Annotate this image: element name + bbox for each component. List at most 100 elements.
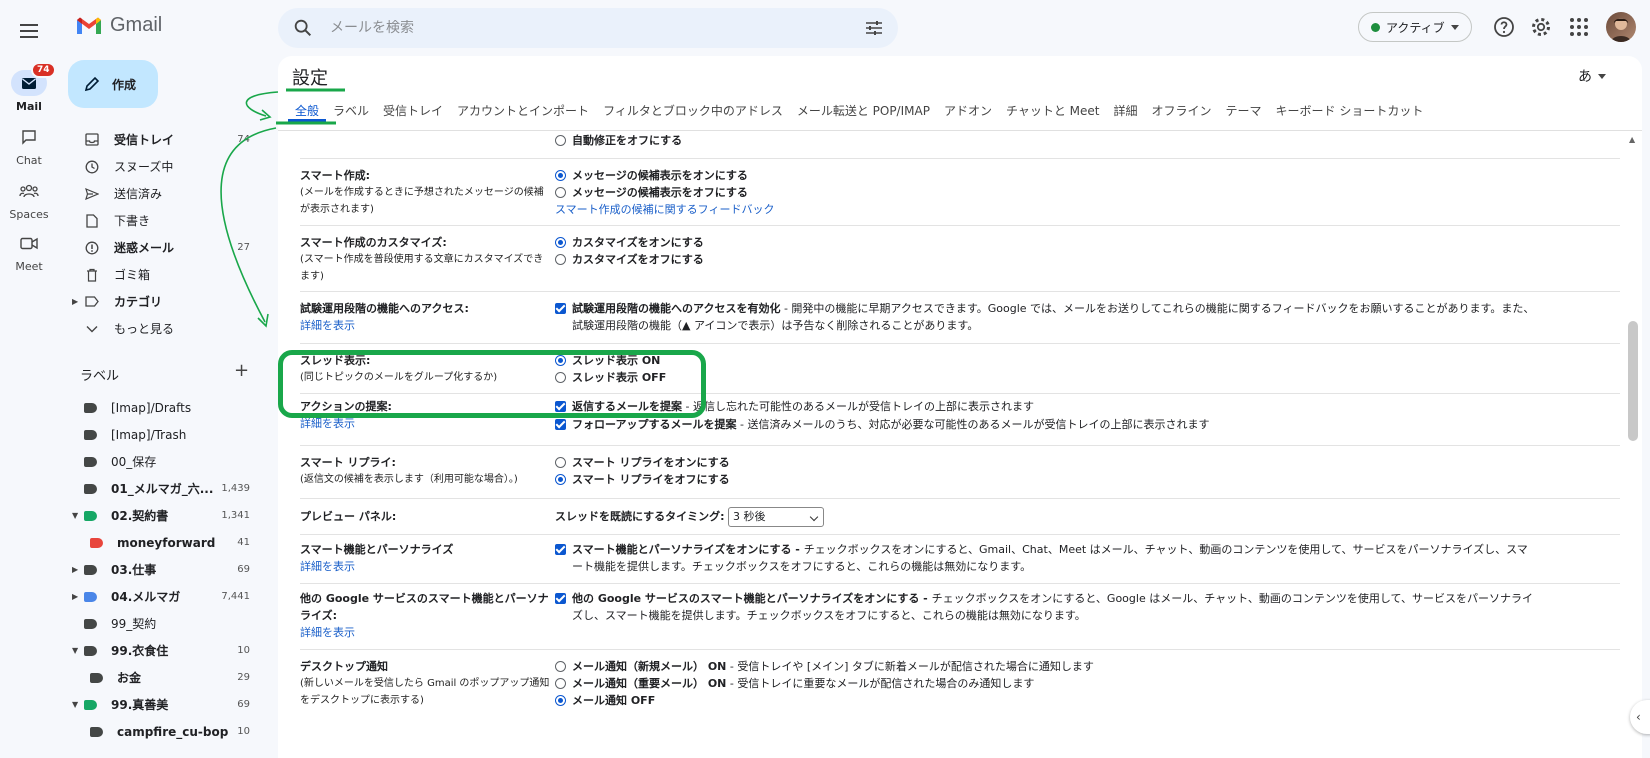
nav-item-snoozed[interactable]: スヌーズ中 xyxy=(58,153,258,180)
inbox-icon xyxy=(84,132,100,148)
label-count: 7,441 xyxy=(221,591,250,602)
smart-compose-feedback-link[interactable]: スマート作成の候補に関するフィードバック xyxy=(555,201,1535,218)
search-icon[interactable] xyxy=(292,17,314,39)
nav-item-sent[interactable]: 送信済み xyxy=(58,180,258,207)
smart-reply-on-radio[interactable]: スマート リプライをオンにする xyxy=(555,454,1535,471)
collapse-arrow-icon[interactable]: ▼ xyxy=(72,646,78,655)
collapse-arrow-icon[interactable]: ▼ xyxy=(72,700,78,709)
label-item[interactable]: ▼ 99.衣食住 10 xyxy=(58,637,258,664)
search-options-icon[interactable] xyxy=(864,18,884,38)
tab-advanced[interactable]: 詳細 xyxy=(1107,100,1145,122)
tab-addons[interactable]: アドオン xyxy=(937,100,999,122)
notify-important-radio[interactable]: メール通知（重要メール） ON - 受信トレイに重要なメールが配信された場合のみ… xyxy=(555,675,1535,692)
pencil-icon xyxy=(84,76,100,92)
notify-off-radio[interactable]: メール通知 OFF xyxy=(555,692,1535,709)
setting-desc: (新しいメールを受信したら Gmail のポップアップ通知をデスクトップに表示す… xyxy=(300,678,550,706)
tab-inbox[interactable]: 受信トレイ xyxy=(376,100,450,122)
compose-button[interactable]: 作成 xyxy=(68,60,158,108)
thread-on-radio[interactable]: スレッド表示 ON xyxy=(555,352,1535,369)
rail-chat[interactable]: Chat xyxy=(0,124,58,167)
label-item[interactable]: 00_保存 xyxy=(58,448,258,475)
radio-off-icon xyxy=(555,372,566,383)
account-avatar[interactable] xyxy=(1606,12,1636,42)
tab-themes[interactable]: テーマ xyxy=(1219,100,1269,122)
settings-tabs: 全般 ラベル 受信トレイ アカウントとインポート フィルタとブロック中のアドレス… xyxy=(288,100,1430,122)
nudge-followup-checkbox[interactable]: フォローアップするメールを提案 - 送信済みメールのうち、対応が必要な可能性のあ… xyxy=(555,416,1535,433)
tab-offline[interactable]: オフライン xyxy=(1145,100,1219,122)
label-item[interactable]: 01_メルマガ_六... 1,439 xyxy=(58,475,258,502)
nav-item-trash[interactable]: ゴミ箱 xyxy=(58,261,258,288)
rail-spaces[interactable]: Spaces xyxy=(0,178,58,221)
settings-content: 自動修正をオフにする スマート作成: (メールを作成するときに予想されたメッセー… xyxy=(278,131,1626,758)
label-item[interactable]: ▼ 02.契約書 1,341 xyxy=(58,502,258,529)
scroll-thumb[interactable] xyxy=(1628,321,1638,441)
customize-off-radio[interactable]: カスタマイズをオフにする xyxy=(555,251,1535,268)
rail-mail[interactable]: 74 Mail xyxy=(0,62,58,113)
label-item[interactable]: ▶ 03.仕事 69 xyxy=(58,556,258,583)
tab-filters[interactable]: フィルタとブロック中のアドレス xyxy=(596,100,790,122)
mark-read-timing-select[interactable]: 3 秒後 xyxy=(728,507,825,527)
autocorrect-off-radio[interactable]: 自動修正をオフにする xyxy=(555,132,1535,149)
nav-item-inbox[interactable]: 受信トレイ 74 xyxy=(58,126,258,153)
tab-labels[interactable]: ラベル xyxy=(326,100,376,122)
expand-arrow-icon[interactable]: ▶ xyxy=(72,297,78,306)
main-menu-button[interactable] xyxy=(14,16,44,46)
rail-label: Meet xyxy=(15,260,43,273)
radio-off-icon xyxy=(555,187,566,198)
smart-compose-on-radio[interactable]: メッセージの候補表示をオンにする xyxy=(555,167,1535,184)
collapse-arrow-icon[interactable]: ▼ xyxy=(72,511,78,520)
nav-item-more[interactable]: もっと見る xyxy=(58,315,258,342)
expand-arrow-icon[interactable]: ▶ xyxy=(72,565,78,574)
search-input[interactable] xyxy=(330,20,830,36)
label-item[interactable]: お金 29 xyxy=(58,664,258,691)
nav-item-spam[interactable]: 迷惑メール 27 xyxy=(58,234,258,261)
learn-more-link[interactable]: 詳細を表示 xyxy=(300,415,550,432)
status-label: アクティブ xyxy=(1386,20,1445,35)
experimental-checkbox[interactable]: 試験運用段階の機能へのアクセスを有効化 - 開発中の機能に早期アクセスできます。… xyxy=(555,300,1535,334)
scrollbar[interactable]: ▲ xyxy=(1628,131,1638,758)
setting-desc: (同じトピックのメールをグループ化するか) xyxy=(300,372,498,383)
status-dropdown[interactable]: アクティブ xyxy=(1358,12,1472,42)
nav-item-categories[interactable]: ▶ カテゴリ xyxy=(58,288,258,315)
settings-gear-icon[interactable] xyxy=(1529,15,1553,39)
input-tools-dropdown[interactable]: あ xyxy=(1578,66,1606,86)
expand-arrow-icon[interactable]: ▶ xyxy=(72,592,78,601)
label-item[interactable]: [Imap]/Trash xyxy=(58,421,258,448)
label-item[interactable]: campfire_cu-bop 10 xyxy=(58,718,258,745)
learn-more-link[interactable]: 詳細を表示 xyxy=(300,558,550,575)
tab-shortcuts[interactable]: キーボード ショートカット xyxy=(1269,100,1431,122)
label-count: 1,341 xyxy=(221,510,250,521)
label-item[interactable]: moneyforward 41 xyxy=(58,529,258,556)
nav-label: 送信済み xyxy=(114,187,163,201)
folder-nav: 受信トレイ 74 スヌーズ中 送信済み 下書き 迷惑メール 27 ゴミ箱 ▶ カ… xyxy=(58,126,258,342)
add-label-icon[interactable]: + xyxy=(234,360,249,381)
smart-features-checkbox[interactable]: スマート機能とパーソナライズをオンにする - チェックボックスをオンにすると、G… xyxy=(555,541,1535,575)
notify-new-radio[interactable]: メール通知（新規メール） ON - 受信トレイや [メイン] タブに新着メールが… xyxy=(555,658,1535,675)
thread-off-radio[interactable]: スレッド表示 OFF xyxy=(555,369,1535,386)
tab-chat-meet[interactable]: チャットと Meet xyxy=(999,100,1107,122)
tab-forwarding[interactable]: メール転送と POP/IMAP xyxy=(790,100,937,122)
label-item[interactable]: ▼ 99.真善美 69 xyxy=(58,691,258,718)
label-name: お金 xyxy=(117,671,142,685)
nav-label: 下書き xyxy=(114,214,151,228)
tab-accounts[interactable]: アカウントとインポート xyxy=(450,100,596,122)
smart-compose-off-radio[interactable]: メッセージの候補表示をオフにする xyxy=(555,184,1535,201)
nav-item-drafts[interactable]: 下書き xyxy=(58,207,258,234)
label-item[interactable]: [Imap]/Drafts xyxy=(58,394,258,421)
customize-on-radio[interactable]: カスタマイズをオンにする xyxy=(555,234,1535,251)
gmail-logo[interactable]: Gmail xyxy=(76,14,162,37)
other-google-checkbox[interactable]: 他の Google サービスのスマート機能とパーソナライズをオンにする - チェ… xyxy=(555,590,1535,624)
apps-grid-icon[interactable] xyxy=(1567,15,1591,39)
help-icon[interactable] xyxy=(1492,15,1516,39)
label-item[interactable]: 99_契約 xyxy=(58,610,258,637)
learn-more-link[interactable]: 詳細を表示 xyxy=(300,624,550,641)
smart-reply-off-radio[interactable]: スマート リプライをオフにする xyxy=(555,471,1535,488)
nav-label: 受信トレイ xyxy=(114,133,175,147)
tab-general[interactable]: 全般 xyxy=(288,100,327,122)
label-item[interactable]: ▶ 04.メルマガ 7,441 xyxy=(58,583,258,610)
learn-more-link[interactable]: 詳細を表示 xyxy=(300,317,550,334)
scroll-up-arrow-icon[interactable]: ▲ xyxy=(1629,135,1635,144)
rail-meet[interactable]: Meet xyxy=(0,230,58,273)
nudge-reply-checkbox[interactable]: 返信するメールを提案 - 返信し忘れた可能性のあるメールが受信トレイの上部に表示… xyxy=(555,398,1535,415)
nav-count: 27 xyxy=(237,242,250,253)
